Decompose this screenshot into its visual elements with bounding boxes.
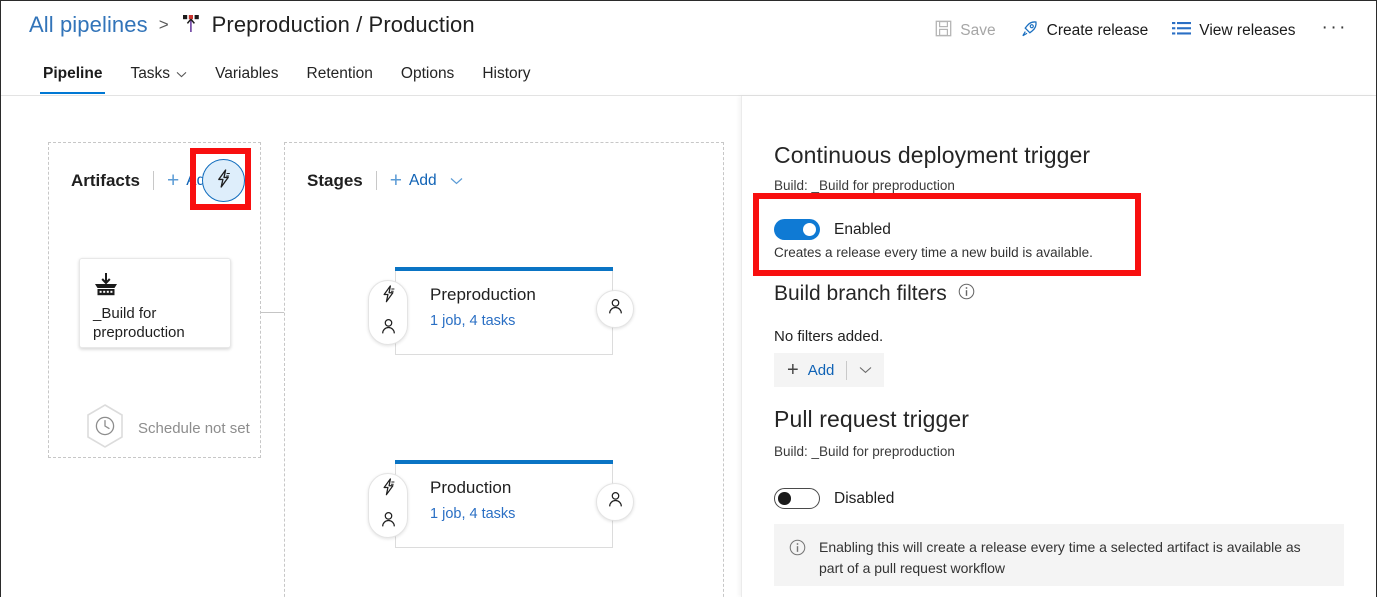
- branch-filters-empty-text: No filters added.: [774, 328, 884, 345]
- cd-trigger-toggle-row: Enabled: [774, 219, 891, 240]
- plus-icon: +: [166, 169, 180, 192]
- info-icon: [789, 539, 806, 586]
- pr-trigger-title: Pull request trigger: [774, 406, 970, 432]
- tab-retention[interactable]: Retention: [293, 59, 387, 94]
- artifact-trigger-badge[interactable]: [202, 159, 245, 202]
- branch-filters-header: Build branch filters: [774, 282, 975, 306]
- toggle-knob: [778, 492, 791, 505]
- pr-trigger-info-box: Enabling this will create a release ever…: [774, 524, 1344, 586]
- artifact-card[interactable]: _Build for preproduction: [79, 258, 231, 348]
- tab-history-label: History: [482, 65, 531, 82]
- create-release-button[interactable]: Create release: [1008, 15, 1161, 47]
- cd-trigger-toggle[interactable]: [774, 219, 820, 240]
- person-icon[interactable]: [379, 317, 398, 341]
- build-artifact-icon: [93, 272, 119, 302]
- stage-name: Preproduction: [430, 285, 536, 304]
- page-header: All pipelines > Preproduction / Producti…: [1, 1, 1376, 57]
- stage-pretrigger-pill[interactable]: [368, 280, 408, 345]
- tab-pipeline[interactable]: Pipeline: [29, 59, 116, 94]
- tab-variables[interactable]: Variables: [201, 59, 292, 94]
- create-release-label: Create release: [1046, 22, 1149, 39]
- tab-history[interactable]: History: [468, 59, 544, 94]
- stages-divider: [375, 171, 377, 190]
- plus-icon: +: [389, 169, 403, 192]
- chevron-down-icon[interactable]: [450, 172, 463, 190]
- pr-trigger-build-line: Build: _Build for preproduction: [774, 444, 955, 459]
- stages-panel: Stages + Add Preproduction 1 job, 4 task…: [284, 142, 724, 597]
- tab-options[interactable]: Options: [387, 59, 468, 94]
- breadcrumb: All pipelines > Preproduction / Producti…: [29, 12, 475, 38]
- tab-tasks-label: Tasks: [130, 65, 171, 82]
- stage-tasks-link[interactable]: 1 job, 4 tasks: [430, 506, 515, 522]
- toggle-knob: [803, 223, 816, 236]
- lightning-bolt-icon[interactable]: [379, 284, 398, 309]
- view-releases-button[interactable]: View releases: [1160, 17, 1307, 45]
- artifacts-title: Artifacts: [71, 170, 140, 190]
- branch-filters-title: Build branch filters: [774, 282, 947, 305]
- lightning-bolt-icon: [213, 168, 234, 194]
- pr-trigger-toggle[interactable]: [774, 488, 820, 509]
- schedule-trigger-item[interactable]: Schedule not set: [84, 403, 250, 454]
- stage-tasks-link[interactable]: 1 job, 4 tasks: [430, 313, 515, 329]
- artifacts-divider: [152, 171, 154, 190]
- cd-trigger-title: Continuous deployment trigger: [774, 142, 1091, 168]
- trigger-settings-panel: Continuous deployment trigger Build: _Bu…: [741, 96, 1376, 597]
- stage-card-preproduction[interactable]: Preproduction 1 job, 4 tasks: [368, 267, 634, 355]
- release-pipeline-icon: [180, 13, 202, 37]
- cd-trigger-toggle-label: Enabled: [834, 220, 891, 238]
- person-icon: [606, 490, 625, 514]
- chevron-down-icon: [176, 65, 187, 83]
- add-button-divider: [846, 360, 848, 380]
- pr-trigger-toggle-label: Disabled: [834, 489, 895, 507]
- save-disk-icon: [935, 20, 952, 42]
- list-icon: [1172, 21, 1192, 41]
- app-window: All pipelines > Preproduction / Producti…: [0, 0, 1377, 597]
- schedule-label: Schedule not set: [138, 419, 250, 437]
- info-icon[interactable]: [958, 283, 975, 305]
- person-icon[interactable]: [379, 510, 398, 534]
- breadcrumb-separator: >: [158, 15, 169, 34]
- tab-options-label: Options: [400, 65, 455, 82]
- artifact-name: _Build for preproduction: [93, 305, 185, 341]
- plus-icon: +: [787, 359, 799, 381]
- stages-title: Stages: [307, 170, 363, 190]
- person-icon: [606, 297, 625, 321]
- page-title: Preproduction / Production: [211, 12, 475, 37]
- schedule-hexagon-clock-icon: [84, 403, 126, 454]
- toolbar: Save Create release View releases ···: [923, 15, 1358, 47]
- chevron-down-icon[interactable]: [859, 361, 872, 379]
- tab-retention-label: Retention: [306, 65, 373, 82]
- artifacts-header: Artifacts + Add: [71, 170, 214, 191]
- tab-tasks[interactable]: Tasks: [116, 59, 201, 94]
- add-stage-button[interactable]: + Add: [390, 170, 463, 191]
- add-stage-label: Add: [409, 171, 437, 189]
- artifacts-panel: Artifacts + Add _Build for preproduction…: [48, 142, 261, 458]
- more-options-button[interactable]: ···: [1308, 17, 1358, 44]
- stages-header: Stages + Add: [307, 170, 463, 191]
- save-label: Save: [960, 22, 996, 39]
- add-branch-filter-label: Add: [807, 361, 835, 379]
- cd-trigger-description: Creates a release every time a new build…: [774, 245, 1093, 260]
- breadcrumb-all-pipelines[interactable]: All pipelines: [29, 12, 148, 38]
- pr-trigger-toggle-row: Disabled: [774, 488, 894, 509]
- tab-variables-label: Variables: [215, 65, 279, 82]
- save-button[interactable]: Save: [923, 16, 1007, 46]
- pipeline-canvas: Artifacts + Add _Build for preproduction…: [1, 96, 741, 597]
- stage-name: Production: [430, 478, 512, 497]
- stage-postapproval-badge[interactable]: [596, 290, 634, 328]
- rocket-icon: [1020, 19, 1039, 43]
- lightning-bolt-icon[interactable]: [379, 477, 398, 502]
- stage-pretrigger-pill[interactable]: [368, 473, 408, 538]
- tab-pipeline-label: Pipeline: [43, 65, 103, 82]
- cd-trigger-build-line: Build: _Build for preproduction: [774, 178, 955, 193]
- stage-card-production[interactable]: Production 1 job, 4 tasks: [368, 460, 634, 548]
- view-releases-label: View releases: [1199, 22, 1296, 39]
- add-branch-filter-button[interactable]: + Add: [774, 353, 885, 387]
- pr-trigger-info-text: Enabling this will create a release ever…: [819, 539, 1301, 576]
- stage-postapproval-badge[interactable]: [596, 483, 634, 521]
- tab-bar: Pipeline Tasks Variables Retention Optio…: [1, 59, 1376, 96]
